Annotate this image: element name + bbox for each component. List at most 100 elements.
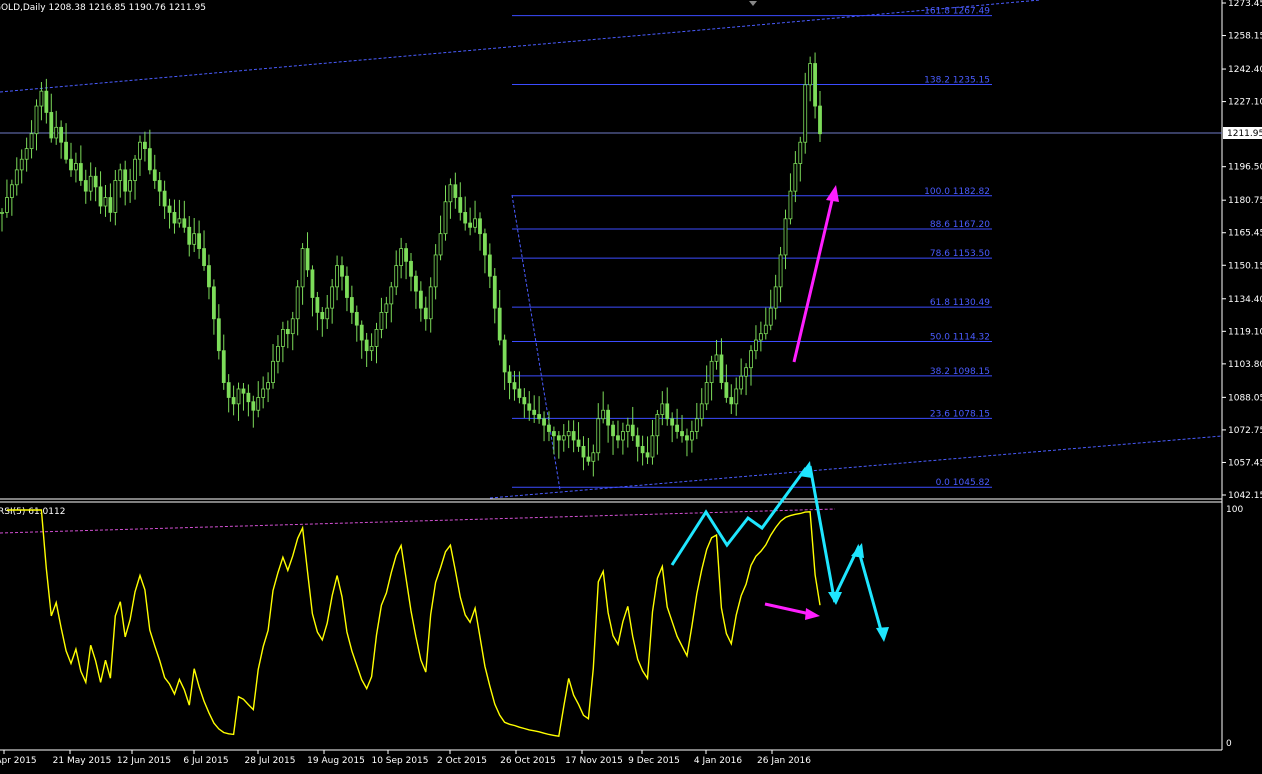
- cyan-arrowhead-3: [851, 543, 864, 558]
- magenta-arrow-price: [792, 185, 839, 363]
- time-tick-label: 26 Oct 2015: [500, 756, 556, 766]
- candle-body: [113, 180, 118, 213]
- fib-level-label: 138.2 1235.15: [924, 75, 990, 85]
- price-tick-label: 1057.45: [1228, 458, 1262, 468]
- candle-body: [556, 435, 561, 441]
- magenta-arrow-rsi: [764, 602, 820, 620]
- cyan-arrowhead-2: [828, 592, 842, 605]
- candle-body: [665, 403, 670, 420]
- candle-body: [433, 254, 438, 288]
- top-marker-icon: [749, 1, 757, 6]
- candle-body: [389, 286, 394, 305]
- time-tick-label: 4 Jan 2016: [694, 756, 742, 766]
- candle-body: [492, 275, 497, 309]
- candle-body: [542, 418, 546, 426]
- candle-body: [586, 456, 591, 462]
- candle-body: [788, 190, 793, 220]
- fib-level-label: 161.8 1267.49: [924, 7, 990, 17]
- candle-body: [384, 303, 389, 313]
- candle-body: [478, 218, 482, 235]
- candle-body: [448, 184, 453, 203]
- candle-body: [694, 418, 699, 432]
- cyan-wave-arrows: [670, 465, 884, 635]
- candle-body: [803, 84, 808, 143]
- time-tick-label: 26 Jan 2016: [757, 756, 811, 766]
- candle-body: [78, 163, 83, 181]
- candle-body: [581, 445, 586, 458]
- candle-body: [507, 371, 512, 383]
- price-tick-label: 1042.15: [1228, 491, 1262, 501]
- time-tick-label: 10 Sep 2015: [371, 756, 428, 766]
- price-tick-label: 1165.45: [1228, 229, 1262, 239]
- price-tick-label: 1103.80: [1228, 360, 1262, 370]
- candle-body: [310, 269, 315, 298]
- candle-body: [285, 329, 290, 335]
- candle-body: [157, 180, 162, 192]
- fib-anchor-line: [511, 194, 561, 491]
- candle-body: [276, 346, 280, 362]
- candle-body: [655, 414, 660, 437]
- fib-level-label: 50.0 1114.32: [930, 332, 990, 342]
- time-tick-label: 21 May 2015: [53, 756, 112, 766]
- candle-body: [143, 141, 147, 150]
- candle-body: [409, 260, 413, 277]
- candle-body: [414, 275, 418, 292]
- candle-body: [630, 424, 635, 437]
- candle-body: [34, 105, 39, 135]
- candle-body: [246, 392, 251, 403]
- candle-body: [340, 265, 344, 277]
- candle-body: [517, 388, 522, 398]
- price-tick-label: 1196.50: [1228, 163, 1262, 173]
- candle-body: [39, 90, 44, 107]
- candle-body: [423, 307, 428, 320]
- candle-body: [167, 205, 172, 213]
- candle-body: [561, 435, 566, 441]
- fib-level-label: 0.0 1045.82: [936, 478, 990, 488]
- candle-body: [675, 424, 679, 432]
- fib-retracement: 161.8 1267.49 138.2 1235.15 100.0 1182.82 8…: [512, 7, 992, 488]
- candle-body: [724, 382, 729, 398]
- time-tick-label: 6 Jul 2015: [183, 756, 228, 766]
- candle-body: [369, 346, 374, 352]
- candle-body: [221, 350, 226, 383]
- candle-body: [758, 333, 763, 341]
- candle-body: [256, 397, 261, 411]
- fib-level-label: 88.6 1167.20: [930, 220, 990, 230]
- candle-body: [123, 169, 128, 192]
- candle-body: [300, 248, 305, 288]
- candle-body: [93, 175, 98, 188]
- candle-body: [29, 133, 34, 150]
- candle-body: [404, 248, 408, 262]
- candle-body: [399, 248, 404, 266]
- time-tick-label: 9 Dec 2015: [628, 756, 680, 766]
- chart-canvas: GOLD,Daily 1208.38 1216.85 1190.76 1211.…: [0, 0, 1262, 766]
- candle-body: [69, 158, 73, 171]
- candle-body: [487, 254, 492, 277]
- candle-body: [818, 105, 822, 135]
- candle-body: [49, 112, 54, 139]
- candle-body: [709, 360, 714, 383]
- time-tick-label: Apr 2015: [0, 756, 37, 766]
- price-tick-label: 1242.40: [1228, 65, 1262, 75]
- candle-body: [330, 286, 335, 309]
- candle-body: [394, 265, 399, 288]
- candle-body: [295, 286, 300, 320]
- candle-body: [768, 307, 773, 326]
- candle-body: [808, 63, 813, 86]
- candle-body: [453, 184, 458, 198]
- candle-body: [354, 311, 359, 326]
- price-tick-label: 1134.40: [1228, 295, 1262, 305]
- candle-body: [754, 339, 758, 352]
- candle-body: [512, 382, 517, 390]
- candle-body: [576, 439, 581, 447]
- candle-body: [749, 350, 753, 369]
- candle-body: [744, 367, 748, 377]
- candle-body: [497, 307, 502, 341]
- price-tick-label: 1273.45: [1228, 0, 1262, 9]
- candle-body: [197, 233, 202, 249]
- rsi-axis-0: 0: [1226, 739, 1232, 749]
- cyan-arrowhead-4: [876, 627, 889, 642]
- candle-body: [813, 63, 817, 107]
- candle-body: [345, 275, 349, 298]
- candle-body: [547, 424, 551, 432]
